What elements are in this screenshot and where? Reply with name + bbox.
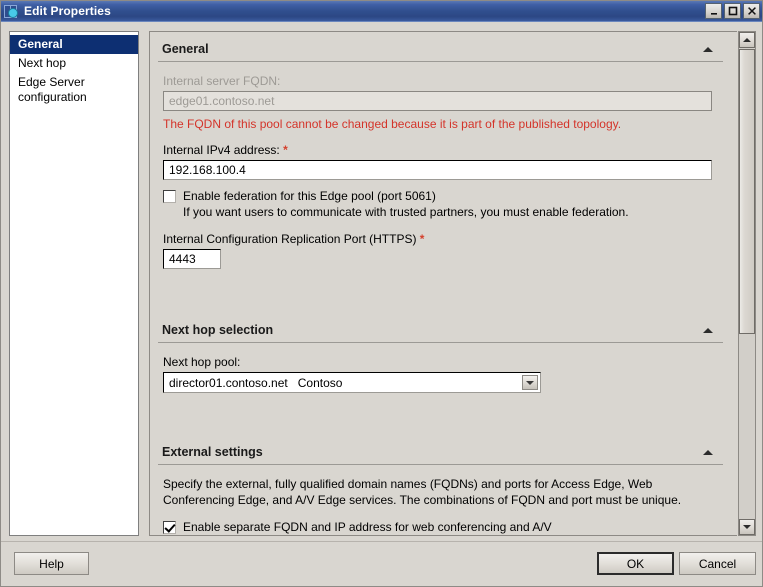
caret-up-icon[interactable] — [703, 327, 713, 333]
dialog-body: General Next hop Edge Server configurati… — [1, 23, 762, 542]
caret-up-icon[interactable] — [703, 46, 713, 52]
caret-up-icon[interactable] — [703, 449, 713, 455]
settings-content-panel: General Internal server FQDN: edge01.con… — [149, 31, 737, 536]
internal-ipv4-label-text: Internal IPv4 address: — [163, 143, 280, 157]
navigation-sidebar: General Next hop Edge Server configurati… — [9, 31, 139, 536]
window-title: Edit Properties — [24, 4, 111, 18]
section-title-external-settings: External settings — [162, 445, 263, 459]
window-controls — [705, 3, 760, 19]
title-bar[interactable]: Edit Properties — [1, 1, 762, 22]
replication-port-input[interactable]: 4443 — [163, 249, 221, 269]
section-header-next-hop[interactable]: Next hop selection — [158, 313, 723, 343]
required-asterisk-port: * — [419, 232, 425, 246]
scrollbar-thumb[interactable] — [739, 49, 755, 334]
internal-server-fqdn-label: Internal server FQDN: — [163, 74, 281, 88]
fqdn-error-message: The FQDN of this pool cannot be changed … — [163, 117, 622, 131]
next-hop-pool-value: director01.contoso.net Contoso — [169, 375, 343, 390]
next-hop-pool-label: Next hop pool: — [163, 355, 241, 369]
federation-note: If you want users to communicate with tr… — [183, 205, 629, 219]
edit-properties-dialog: Edit Properties General Next hop Edge Se… — [0, 0, 763, 587]
lync-edge-icon — [4, 4, 20, 19]
replication-port-label-text: Internal Configuration Replication Port … — [163, 232, 417, 246]
federation-checkbox[interactable] — [163, 190, 176, 203]
federation-checkbox-row[interactable]: Enable federation for this Edge pool (po… — [163, 189, 723, 203]
separate-fqdn-checkbox-label: Enable separate FQDN and IP address for … — [183, 520, 552, 534]
section-title-next-hop: Next hop selection — [162, 323, 274, 337]
chevron-down-icon[interactable] — [522, 375, 538, 390]
external-settings-description: Specify the external, fully qualified do… — [163, 477, 682, 507]
replication-port-label: Internal Configuration Replication Port … — [163, 232, 723, 246]
separate-fqdn-checkbox-row[interactable]: Enable separate FQDN and IP address for … — [163, 520, 723, 534]
required-asterisk-ipv4: * — [283, 143, 288, 157]
minimize-button[interactable] — [705, 3, 722, 19]
cancel-button[interactable]: Cancel — [679, 552, 756, 575]
sidebar-item-general[interactable]: General — [10, 35, 138, 54]
separate-fqdn-checkbox[interactable] — [163, 521, 176, 534]
close-button[interactable] — [743, 3, 760, 19]
help-button[interactable]: Help — [14, 552, 89, 575]
federation-checkbox-label: Enable federation for this Edge pool (po… — [183, 189, 436, 203]
section-header-general[interactable]: General — [158, 32, 723, 62]
sidebar-item-edge-server-configuration[interactable]: Edge Server configuration — [10, 73, 138, 107]
maximize-button[interactable] — [724, 3, 741, 19]
scroll-up-arrow-icon[interactable] — [739, 32, 755, 48]
section-title-general: General — [162, 42, 209, 56]
scroll-down-arrow-icon[interactable] — [739, 519, 755, 535]
ok-button[interactable]: OK — [597, 552, 674, 575]
internal-ipv4-input[interactable]: 192.168.100.4 — [163, 160, 712, 180]
content-vertical-scrollbar[interactable] — [738, 31, 756, 536]
internal-server-fqdn-input: edge01.contoso.net — [163, 91, 712, 111]
next-hop-pool-dropdown[interactable]: director01.contoso.net Contoso — [163, 372, 541, 393]
internal-ipv4-label: Internal IPv4 address: * — [163, 143, 723, 157]
dialog-footer: Help OK Cancel — [1, 541, 762, 586]
sidebar-item-next-hop[interactable]: Next hop — [10, 54, 138, 73]
section-header-external-settings[interactable]: External settings — [158, 435, 723, 465]
